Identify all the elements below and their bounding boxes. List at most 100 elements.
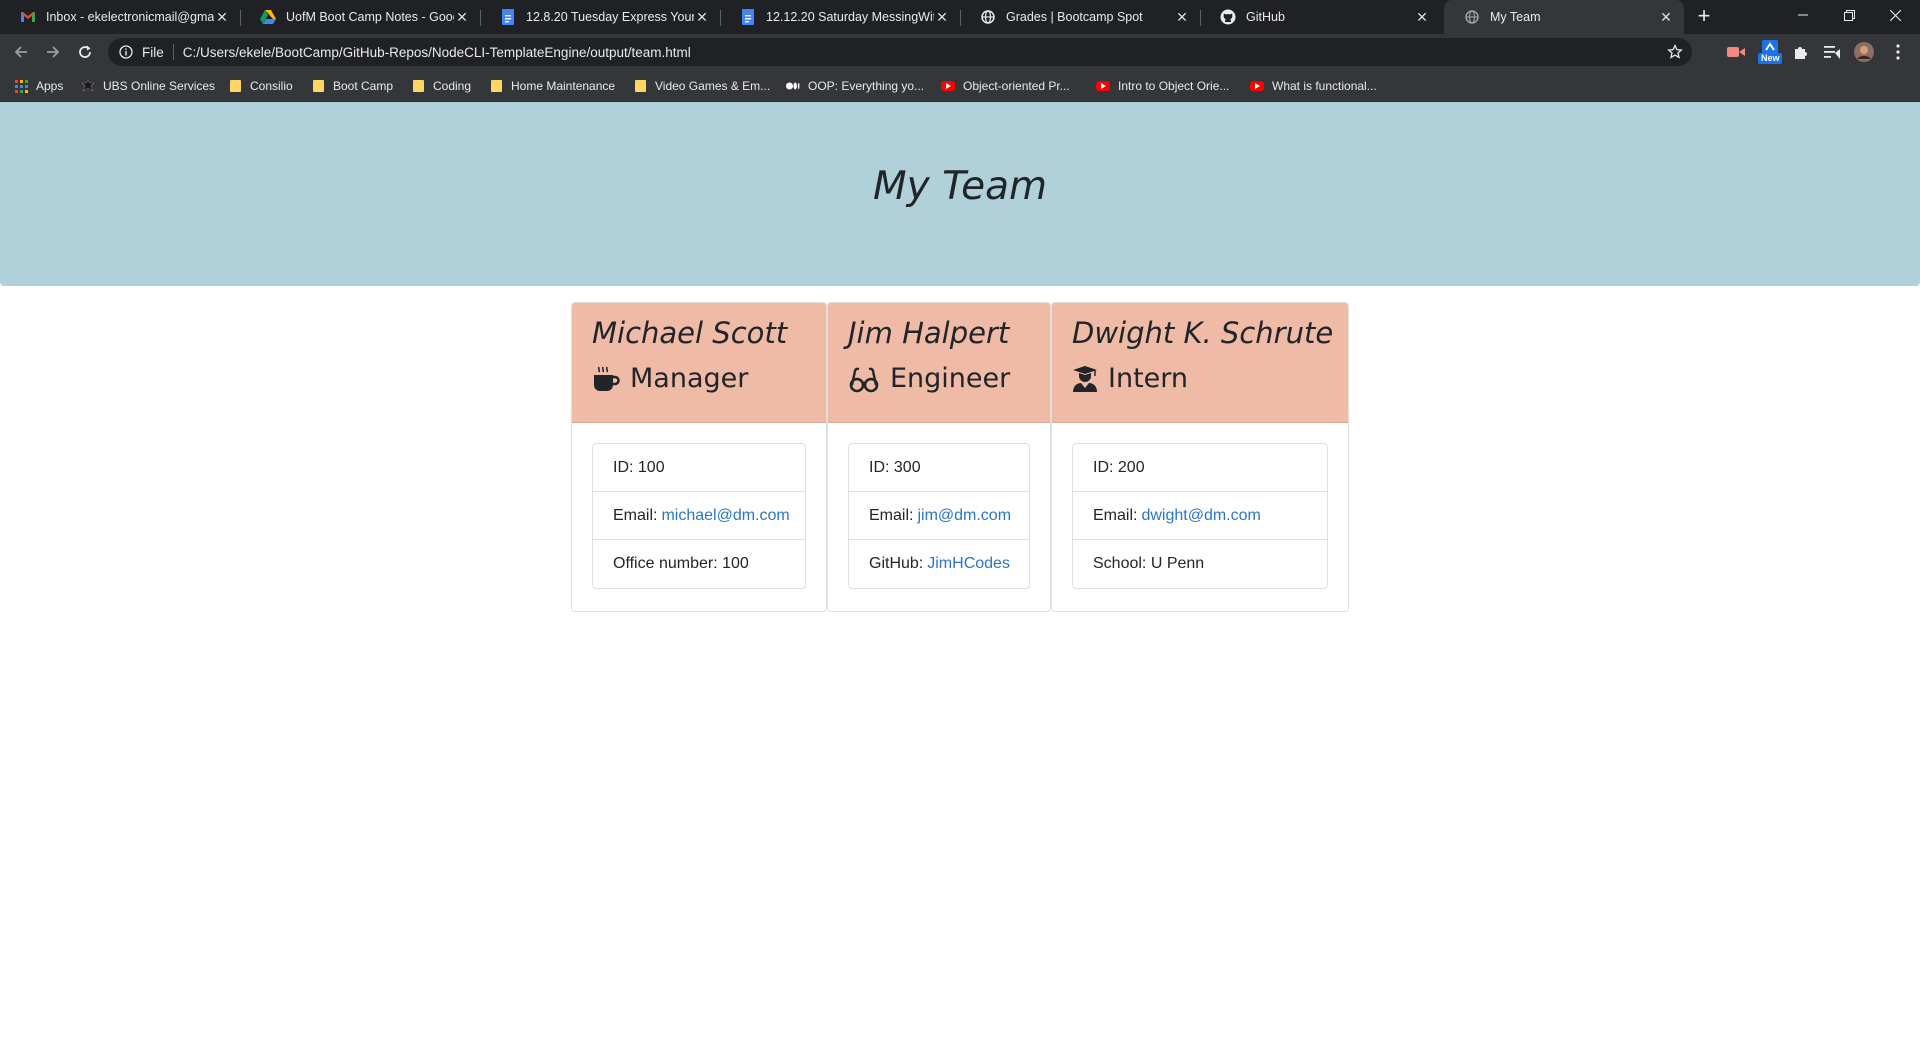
- employee-role: Manager: [592, 363, 826, 395]
- url-scheme-label: File: [142, 44, 164, 60]
- minimize-button[interactable]: [1780, 0, 1826, 30]
- back-button[interactable]: [9, 40, 33, 64]
- tab-grades[interactable]: Grades | Bootcamp Spot ✕: [960, 0, 1200, 34]
- close-window-button[interactable]: [1872, 0, 1918, 30]
- ubs-icon: [81, 79, 95, 93]
- reading-list-icon[interactable]: [1822, 42, 1842, 62]
- bookmark-ubs[interactable]: UBS Online Services: [81, 70, 215, 102]
- github-icon: [1220, 9, 1236, 25]
- bookmark-intro-to-oop[interactable]: Intro to Object Orie...: [1096, 70, 1229, 102]
- omnibox-divider: [172, 44, 174, 60]
- forward-button[interactable]: [41, 40, 65, 64]
- bookmark-functional[interactable]: What is functional...: [1250, 70, 1377, 102]
- tab-gmail[interactable]: Inbox - ekelectronicmail@gmail. ✕: [0, 0, 240, 34]
- office-number-row: Office number: 100: [593, 540, 805, 588]
- restore-icon: [1843, 9, 1855, 21]
- bookmark-object-oriented[interactable]: Object-oriented Pr...: [941, 70, 1070, 102]
- youtube-icon: [941, 79, 955, 93]
- globe-icon: [1464, 9, 1480, 25]
- close-icon: [1889, 9, 1901, 21]
- tab-title: Inbox - ekelectronicmail@gmail.: [46, 10, 214, 24]
- bookmark-label: Intro to Object Orie...: [1118, 79, 1230, 93]
- tab-my-team[interactable]: My Team ✕: [1444, 0, 1684, 34]
- extension-record-icon[interactable]: [1726, 42, 1746, 62]
- bookmark-label: Video Games & Em...: [655, 79, 771, 93]
- close-icon[interactable]: ✕: [214, 9, 230, 25]
- restore-button[interactable]: [1826, 0, 1872, 30]
- tab-doc-tuesday[interactable]: 12.8.20 Tuesday Express Yourself ✕: [480, 0, 720, 34]
- email-label: Email:: [613, 506, 658, 524]
- tab-strip: Inbox - ekelectronicmail@gmail. ✕ UofM B…: [0, 0, 1920, 34]
- close-icon[interactable]: ✕: [454, 9, 470, 25]
- profile-avatar[interactable]: [1854, 42, 1874, 62]
- id-label: ID:: [869, 458, 890, 476]
- school-label: School:: [1093, 555, 1147, 572]
- email-label: Email:: [1093, 506, 1138, 524]
- close-icon[interactable]: ✕: [1174, 9, 1190, 25]
- bookmark-oop-everything[interactable]: OOP: Everything yo...: [786, 70, 924, 102]
- email-link[interactable]: michael@dm.com: [661, 507, 789, 525]
- youtube-icon: [1096, 79, 1110, 93]
- folder-icon: [228, 79, 242, 93]
- medium-icon: [786, 79, 800, 93]
- tab-title: My Team: [1490, 10, 1541, 24]
- close-icon[interactable]: ✕: [1658, 9, 1674, 25]
- reload-button[interactable]: [73, 40, 97, 64]
- id-row: ID: 200: [1073, 444, 1327, 492]
- more-menu-icon[interactable]: [1888, 42, 1908, 62]
- id-row: ID: 100: [593, 444, 805, 492]
- github-row: GitHub: JimHCodes: [849, 540, 1029, 588]
- bookmark-label: Apps: [36, 79, 64, 93]
- close-icon[interactable]: ✕: [1414, 9, 1430, 25]
- google-docs-icon: [500, 9, 516, 25]
- tab-title: Grades | Bootcamp Spot: [1006, 10, 1143, 24]
- github-link[interactable]: JimHCodes: [927, 555, 1010, 573]
- id-value: 300: [893, 458, 921, 476]
- google-drive-icon: [260, 9, 276, 25]
- id-label: ID:: [613, 458, 634, 476]
- address-bar[interactable]: File C:/Users/ekele/BootCamp/GitHub-Repo…: [108, 38, 1692, 66]
- bookmark-consilio[interactable]: Consilio: [228, 70, 293, 102]
- bookmark-star-icon[interactable]: [1666, 43, 1684, 61]
- email-row: Email: michael@dm.com: [593, 492, 805, 540]
- role-label: Engineer: [890, 363, 1011, 394]
- bookmark-label: Coding: [433, 79, 472, 93]
- id-value: 200: [1117, 458, 1145, 476]
- bookmark-home-maintenance[interactable]: Home Maintenance: [489, 70, 615, 102]
- info-icon[interactable]: [118, 44, 134, 60]
- globe-icon: [980, 9, 996, 25]
- bookmark-label: What is functional...: [1272, 79, 1377, 93]
- role-label: Manager: [630, 363, 749, 394]
- bookmark-boot-camp[interactable]: Boot Camp: [311, 70, 393, 102]
- bookmark-video-games[interactable]: Video Games & Em...: [633, 70, 770, 102]
- employee-card-manager: Michael Scott Manager ID: 100 Email: mic…: [571, 302, 827, 612]
- bookmark-label: Consilio: [250, 79, 293, 93]
- employee-card-engineer: Jim Halpert Engineer ID: 300 Email: jim@…: [827, 302, 1051, 612]
- bookmark-apps[interactable]: Apps: [14, 70, 63, 102]
- url-text[interactable]: C:/Users/ekele/BootCamp/GitHub-Repos/Nod…: [183, 45, 691, 60]
- tab-github[interactable]: GitHub ✕: [1200, 0, 1440, 34]
- forward-arrow-icon: [47, 46, 60, 58]
- extension-new-icon[interactable]: New: [1758, 40, 1782, 64]
- bookmark-label: Home Maintenance: [511, 79, 616, 93]
- folder-icon: [311, 79, 325, 93]
- tab-doc-saturday[interactable]: 12.12.20 Saturday MessingWithM ✕: [720, 0, 960, 34]
- details-list: ID: 100 Email: michael@dm.com Office num…: [592, 443, 806, 589]
- employee-role: Engineer: [848, 363, 1050, 395]
- new-tab-button[interactable]: +: [1692, 5, 1716, 29]
- close-icon[interactable]: ✕: [694, 9, 710, 25]
- tab-drive[interactable]: UofM Boot Camp Notes - Google ✕: [240, 0, 480, 34]
- close-icon[interactable]: ✕: [934, 9, 950, 25]
- email-link[interactable]: jim@dm.com: [917, 507, 1011, 525]
- back-arrow-icon: [14, 46, 27, 58]
- extensions-puzzle-icon[interactable]: [1791, 42, 1811, 62]
- bookmark-label: Object-oriented Pr...: [963, 79, 1070, 93]
- card-body: ID: 300 Email: jim@dm.com GitHub: JimHCo…: [828, 423, 1050, 609]
- tab-title: 12.8.20 Tuesday Express Yourself: [526, 10, 694, 24]
- employee-name: Michael Scott: [592, 316, 788, 350]
- card-header: Jim Halpert Engineer: [828, 303, 1050, 423]
- email-link[interactable]: dwight@dm.com: [1141, 507, 1260, 525]
- tab-title: GitHub: [1246, 10, 1285, 24]
- bookmark-coding[interactable]: Coding: [411, 70, 471, 102]
- tab-title: UofM Boot Camp Notes - Google: [286, 10, 454, 24]
